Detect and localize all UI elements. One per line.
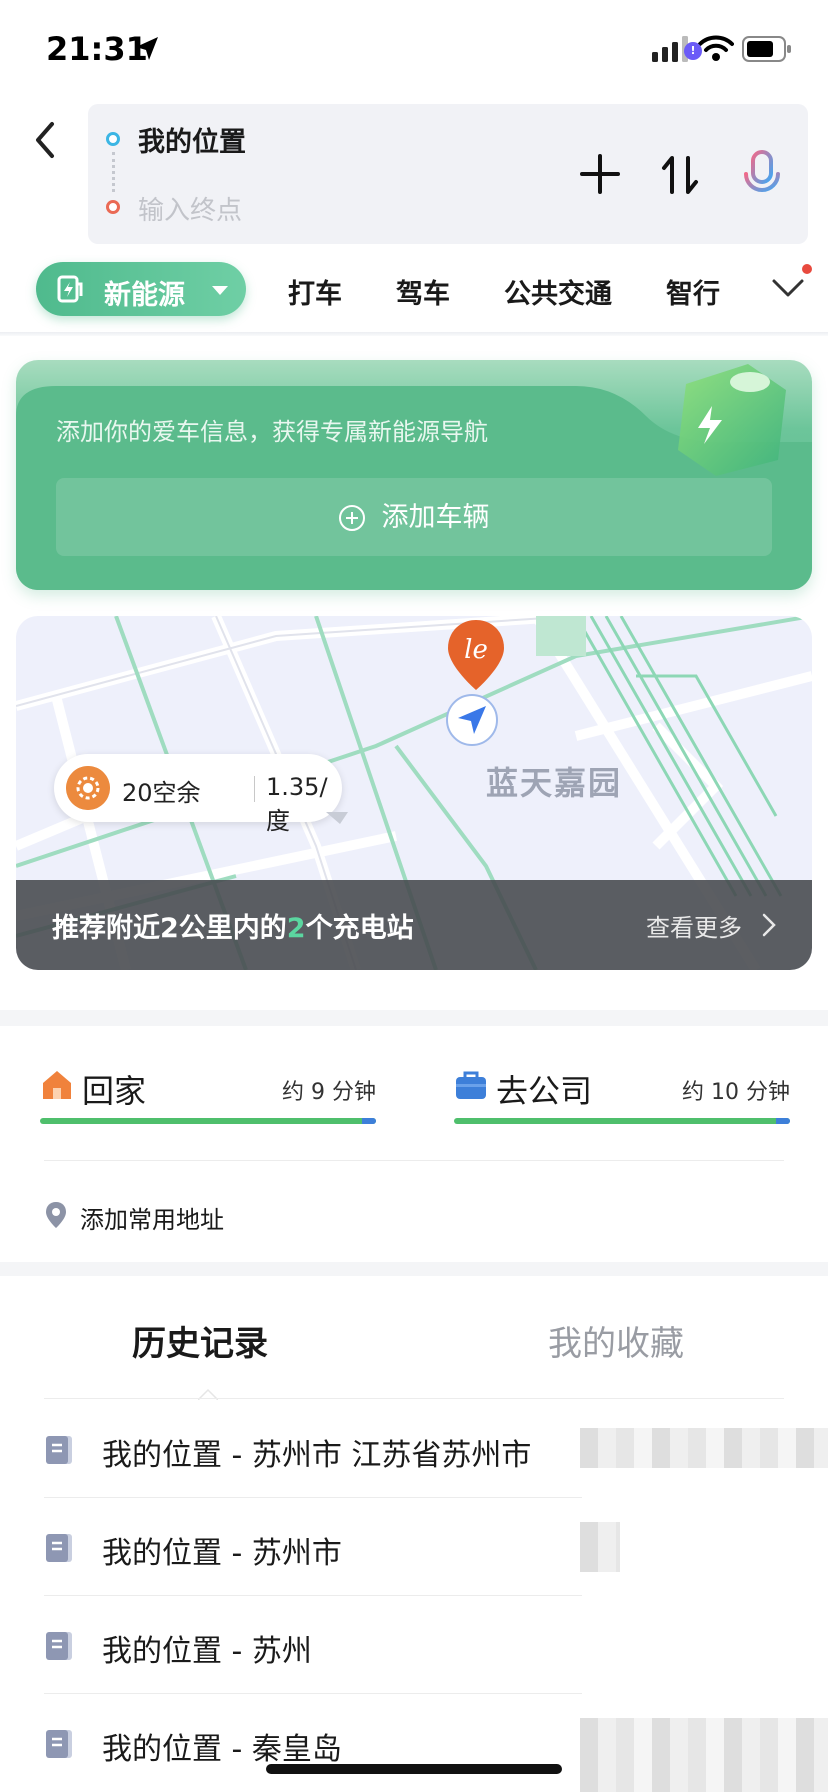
ev-charging-icon xyxy=(57,275,83,303)
tab-drive[interactable]: 驾车 xyxy=(396,272,450,311)
mic-icon[interactable] xyxy=(738,148,788,202)
route-record-icon xyxy=(46,1730,72,1758)
tab-history[interactable]: 历史记录 xyxy=(132,1316,268,1365)
destination-field[interactable]: 输入终点 xyxy=(138,190,242,227)
swap-icon[interactable] xyxy=(660,154,700,196)
bubble-tail xyxy=(326,812,348,824)
notification-dot xyxy=(802,264,812,274)
home-indicator[interactable] xyxy=(266,1764,562,1774)
shortcut-home-eta: 约 9 分钟 xyxy=(282,1080,376,1105)
map-card[interactable]: le 蓝天嘉园 20空余 1.35/度 推荐附近2公里内的2个充电站 查看更多 … xyxy=(16,616,812,970)
status-bar: 21:31 xyxy=(0,0,828,96)
station-price: 1.35/度 xyxy=(266,773,328,835)
map-place-label: 蓝天嘉园 xyxy=(486,764,623,802)
shortcut-work-label: 去公司 xyxy=(496,1072,593,1110)
add-vehicle-label: 添加车辆 xyxy=(381,501,490,533)
map-footer[interactable]: 推荐附近2公里内的2个充电站 查看更多 中国 xyxy=(16,880,812,970)
origin-dot-icon xyxy=(106,132,120,146)
tab-new-energy-label: 新能源 xyxy=(104,280,185,311)
route-record-icon xyxy=(46,1632,72,1660)
ev-banner: 添加你的爱车信息，获得专属新能源导航 添加车辆 xyxy=(16,360,812,590)
mic-badge: ! xyxy=(684,42,702,60)
tab-taxi[interactable]: 打车 xyxy=(288,272,342,311)
section-gap xyxy=(0,1010,828,1026)
station-separator xyxy=(254,776,255,802)
tab-smart-travel[interactable]: 智行 xyxy=(666,272,720,311)
current-location-icon xyxy=(446,694,498,746)
history-item-label: 我的位置 - 苏州市 xyxy=(102,1536,342,1571)
shortcut-work-eta: 约 10 分钟 xyxy=(682,1080,790,1105)
route-record-icon xyxy=(46,1436,72,1464)
history-item[interactable]: 我的位置 - 苏州市 xyxy=(44,1498,828,1596)
shortcut-home[interactable]: 回家 约 9 分钟 xyxy=(40,1060,376,1130)
tab-new-energy[interactable]: 新能源 xyxy=(36,262,246,316)
redacted-area xyxy=(580,1718,828,1792)
destination-dot-icon xyxy=(106,200,120,214)
location-arrow-icon xyxy=(136,37,158,60)
shortcut-home-label: 回家 xyxy=(82,1072,147,1110)
location-pin-icon xyxy=(46,1202,66,1228)
divider xyxy=(44,1160,784,1161)
tab-favorites[interactable]: 我的收藏 xyxy=(548,1316,684,1365)
briefcase-icon xyxy=(456,1071,486,1099)
section-gap xyxy=(0,1262,828,1276)
nearby-suffix: 个充电站 xyxy=(305,913,414,944)
add-address-label: 添加常用地址 xyxy=(80,1206,224,1234)
svg-text:le: le xyxy=(464,635,488,665)
route-input-box: 我的位置 输入终点 xyxy=(88,104,808,244)
view-more-link[interactable]: 查看更多 xyxy=(646,908,742,943)
route-connector xyxy=(112,152,115,192)
charging-station-icon xyxy=(66,766,110,810)
history-item-label: 我的位置 - 苏州市 江苏省苏州市 xyxy=(102,1438,532,1473)
back-icon[interactable] xyxy=(26,118,66,162)
plus-circle-icon xyxy=(339,504,366,531)
charging-station-bubble[interactable]: 20空余 1.35/度 xyxy=(54,754,342,835)
poi-pin-icon[interactable]: le xyxy=(444,616,508,696)
divider xyxy=(44,1398,784,1399)
add-waypoint-icon[interactable] xyxy=(580,154,620,194)
history-item-label: 我的位置 - 苏州 xyxy=(102,1634,312,1669)
nearby-prefix: 推荐附近2公里内的 xyxy=(52,913,287,944)
history-item[interactable]: 我的位置 - 苏州 xyxy=(44,1596,828,1694)
battery-icon xyxy=(742,36,791,62)
route-record-icon xyxy=(46,1534,72,1562)
ev-banner-text: 添加你的爱车信息，获得专属新能源导航 xyxy=(56,418,488,446)
home-traffic-bar xyxy=(40,1118,376,1124)
redacted-area xyxy=(580,1522,620,1572)
station-free-count: 20空余 xyxy=(122,779,201,807)
home-icon xyxy=(43,1071,71,1099)
nearby-count: 2 xyxy=(286,913,306,944)
redacted-area xyxy=(580,1428,828,1468)
mode-tabs: 新能源 打车 驾车 公共交通 智行 xyxy=(0,258,828,336)
history-item-label: 我的位置 - 秦皇岛 xyxy=(102,1732,342,1767)
caret-down-icon xyxy=(212,286,228,295)
chevron-right-icon xyxy=(762,913,776,937)
ev-cube-icon xyxy=(678,364,786,476)
work-traffic-bar xyxy=(454,1118,790,1124)
origin-field[interactable]: 我的位置 xyxy=(138,120,246,159)
nearby-stations-text: 推荐附近2公里内的2个充电站 xyxy=(52,906,414,945)
add-vehicle-button[interactable]: 添加车辆 xyxy=(56,478,772,556)
header-shadow xyxy=(0,332,828,336)
tab-transit[interactable]: 公共交通 xyxy=(504,272,612,311)
wifi-icon xyxy=(698,35,734,61)
shortcut-work[interactable]: 去公司 约 10 分钟 xyxy=(454,1060,790,1130)
chevron-down-icon[interactable] xyxy=(770,272,806,302)
